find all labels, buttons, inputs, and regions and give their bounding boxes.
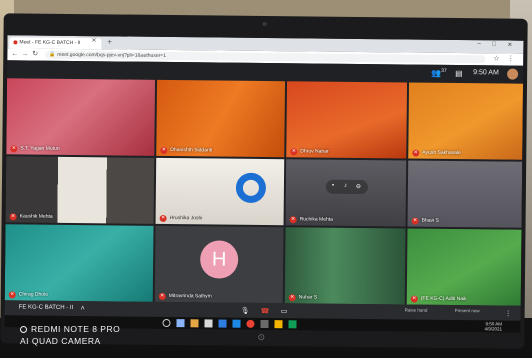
tab-close-icon[interactable]: ✕: [91, 37, 96, 44]
chevron-up-icon[interactable]: ˄: [81, 305, 85, 312]
participant-name: Dhanishth Siddanti: [170, 147, 213, 154]
mic-off-icon: ✕: [160, 146, 168, 154]
more-options-icon[interactable]: ⋮: [505, 310, 512, 318]
mic-off-icon: ✕: [158, 292, 166, 300]
store-icon[interactable]: [204, 319, 213, 328]
recording-dot-icon: [13, 40, 18, 45]
mic-off-icon: ✕: [10, 145, 18, 153]
laptop-bezel: ⊙ Meet - FE KG-C BATCH - II ✕ + – □ ✕ ← …: [0, 13, 528, 349]
mail-icon[interactable]: [218, 319, 227, 328]
mic-off-icon: ✕: [288, 294, 296, 302]
participant-name: Ayush Sakhavale: [422, 149, 461, 157]
participant-avatar: H: [199, 240, 239, 279]
minimize-button[interactable]: –: [477, 41, 480, 47]
taskbar-date: 4/9/2021: [484, 326, 503, 332]
chat-icon[interactable]: ▤: [455, 69, 463, 78]
camera-lens-icon: [20, 326, 27, 334]
present-now-button[interactable]: Present now: [455, 308, 480, 313]
participant-tile[interactable]: ✕ Kaushik Mehta: [5, 156, 155, 224]
mic-off-icon: ✕: [412, 149, 420, 157]
participant-name: Hrushika Joshi: [169, 215, 203, 222]
reload-icon[interactable]: ↻: [32, 51, 38, 59]
participant-tile[interactable]: • ♪ ⊖ ✕ Ruchika Mehta: [285, 159, 407, 227]
mic-off-icon: ✕: [290, 148, 298, 156]
participant-tile[interactable]: ✕ Dhanishth Siddanti: [156, 79, 286, 158]
participant-tile[interactable]: ✕ Chirag Dhole: [4, 224, 154, 302]
watermark-line2: AI QUAD CAMERA: [20, 336, 101, 346]
participant-tile[interactable]: ✕ Hrushika Joshi: [155, 157, 285, 226]
maximize-button[interactable]: □: [492, 41, 496, 47]
cortana-search-icon[interactable]: [162, 318, 171, 328]
participant-tile[interactable]: H ✕ Mitravrinda Sathym: [154, 225, 284, 304]
url-text: meet.google.com/bqs-pjev-xnj?pli=1&authu…: [57, 51, 167, 59]
pin-icon[interactable]: •: [332, 183, 334, 189]
laptop-screen: Meet - FE KG-C BATCH - II ✕ + – □ ✕ ← → …: [4, 35, 524, 333]
bookmark-star-icon[interactable]: ☆: [493, 55, 499, 63]
mute-icon[interactable]: ♪: [344, 183, 347, 189]
blue-ring-object: [235, 172, 267, 204]
watermark-line1: REDMI NOTE 8 PRO: [31, 324, 121, 334]
microphone-icon[interactable]: 🎙: [241, 307, 250, 315]
mic-off-icon: ✕: [289, 216, 297, 224]
edge-icon[interactable]: [232, 319, 241, 328]
back-arrow-icon[interactable]: ←: [11, 50, 18, 58]
participant-tile[interactable]: ✕ Dhruv Nahar: [286, 81, 408, 159]
participant-name: S.T. Yagan Mutun: [20, 145, 60, 152]
mic-off-icon: ✕: [410, 295, 418, 303]
participant-name: Mitravrinda Sathym: [168, 293, 212, 300]
participant-grid: ✕ S.T. Yagan Mutun ✕ Dhanishth Siddanti …: [4, 78, 524, 306]
app-icon[interactable]: [274, 320, 283, 329]
raise-hand-button[interactable]: Raise hand: [405, 307, 428, 312]
tile-hover-controls: • ♪ ⊖: [325, 179, 369, 195]
close-window-button[interactable]: ✕: [507, 42, 512, 49]
participant-name: (FE KG-C) Aditi Naik: [420, 295, 467, 303]
participant-tile[interactable]: ✕ Ayush Sakhavale: [408, 82, 524, 160]
mic-off-icon: ✕: [411, 217, 419, 225]
participant-tile[interactable]: ✕ Nuhar S: [284, 227, 406, 305]
taskbar-clock[interactable]: 9:50 AM 4/9/2021: [484, 321, 502, 331]
browser-menu-icon[interactable]: ⋮: [507, 56, 514, 64]
participant-tile[interactable]: ✕ (FE KG-C) Aditi Naik: [406, 228, 522, 306]
webcam: [262, 21, 267, 27]
tab-title: Meet - FE KG-C BATCH - II: [19, 39, 81, 47]
participant-name: Ruchika Mehta: [299, 216, 333, 223]
camera-watermark: REDMI NOTE 8 PRO AI QUAD CAMERA: [20, 324, 120, 346]
meeting-title[interactable]: FE KG-C BATCH - II: [19, 304, 74, 311]
chrome-icon[interactable]: [246, 319, 255, 328]
participant-name: Nuhar S: [298, 294, 318, 301]
participant-name: Dhruv Nahar: [300, 148, 329, 155]
meeting-clock: 9:50 AM: [473, 69, 499, 77]
participant-name: Kaushik Mehta: [19, 213, 53, 220]
participant-count: 37: [441, 67, 447, 74]
new-tab-button[interactable]: +: [107, 37, 112, 46]
task-view-icon[interactable]: [176, 319, 185, 328]
file-explorer-icon[interactable]: [190, 319, 199, 328]
camera-icon[interactable]: ▭: [281, 307, 288, 315]
participants-icon[interactable]: 👥: [431, 69, 441, 78]
laptop-logo: ⊙: [257, 331, 266, 343]
app-icon[interactable]: [260, 319, 269, 329]
participant-name: Bhavi S: [421, 217, 439, 224]
remove-icon[interactable]: ⊖: [356, 183, 361, 190]
participant-name: Chirag Dhole: [18, 291, 49, 298]
app-icon[interactable]: [288, 320, 297, 329]
lock-icon: 🔒: [49, 51, 56, 58]
mic-off-icon: ✕: [8, 291, 16, 299]
participant-tile[interactable]: ✕ Bhavi S: [407, 160, 523, 228]
mic-off-icon: ✕: [9, 213, 17, 221]
participant-tile[interactable]: ✕ S.T. Yagan Mutun: [6, 78, 156, 156]
end-call-icon[interactable]: ☎: [261, 307, 270, 315]
forward-arrow-icon[interactable]: →: [21, 50, 28, 58]
user-avatar[interactable]: [507, 68, 519, 80]
mic-off-icon: ✕: [159, 214, 167, 222]
